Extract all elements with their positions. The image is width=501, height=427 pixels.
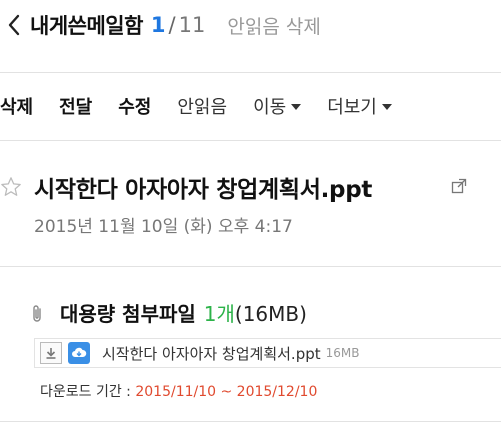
attachment-file-row: 시작한다 아자아자 창업계획서.ppt 16MB bbox=[34, 338, 501, 368]
popout-icon[interactable] bbox=[451, 178, 469, 196]
attachment-file-name[interactable]: 시작한다 아자아자 창업계획서.ppt bbox=[102, 343, 321, 364]
heading-divider bbox=[0, 266, 501, 267]
download-period: 다운로드 기간 : 2015/11/10 ~ 2015/12/10 bbox=[40, 381, 317, 401]
cloud-save-icon[interactable] bbox=[68, 342, 90, 364]
mailbox-title: 내게쓴메일함 bbox=[30, 14, 143, 38]
edit-button[interactable]: 수정 bbox=[118, 93, 151, 119]
header-divider bbox=[0, 72, 501, 73]
attachment-title-label: 대용량 첨부파일 bbox=[60, 302, 196, 326]
page-counter: 1/11 bbox=[151, 13, 205, 37]
toolbar-divider bbox=[0, 140, 501, 141]
delete-unread-button[interactable]: 안읽음 삭제 bbox=[227, 12, 320, 39]
star-outline-icon[interactable] bbox=[0, 176, 22, 198]
mail-header: 내게쓴메일함 1/11 안읽음 삭제 bbox=[0, 0, 501, 50]
mark-unread-button[interactable]: 안읽음 bbox=[177, 93, 227, 119]
download-period-label: 다운로드 기간 : bbox=[40, 384, 136, 400]
mail-subject: 시작한다 아자아자 창업계획서.ppt bbox=[34, 177, 373, 203]
mail-toolbar: 삭제 전달 수정 안읽음 이동 더보기 bbox=[0, 88, 501, 124]
attachment-count: 1개 bbox=[203, 302, 235, 326]
forward-button[interactable]: 전달 bbox=[59, 93, 92, 119]
caret-down-icon bbox=[381, 104, 392, 110]
attachment-total-size: (16MB) bbox=[234, 302, 307, 326]
more-dropdown-label: 더보기 bbox=[327, 97, 377, 118]
mail-date: 2015년 11월 10일 (화) 오후 4:17 bbox=[34, 217, 293, 237]
attachment-title: 대용량 첨부파일 1개(16MB) bbox=[60, 298, 307, 327]
page-current: 1 bbox=[150, 13, 166, 37]
move-dropdown[interactable]: 이동 bbox=[253, 93, 302, 119]
delete-button[interactable]: 삭제 bbox=[0, 93, 33, 119]
page-separator: / bbox=[168, 13, 176, 37]
section-divider bbox=[0, 421, 501, 422]
page-total: 11 bbox=[178, 13, 206, 37]
caret-down-icon bbox=[291, 104, 302, 110]
more-dropdown[interactable]: 더보기 bbox=[327, 93, 392, 119]
chevron-left-icon[interactable] bbox=[2, 13, 26, 37]
paperclip-icon bbox=[30, 304, 44, 324]
download-icon[interactable] bbox=[40, 342, 62, 364]
move-dropdown-label: 이동 bbox=[253, 97, 287, 118]
attachment-file-size: 16MB bbox=[325, 346, 360, 360]
mail-view-page: 내게쓴메일함 1/11 안읽음 삭제 삭제 전달 수정 안읽음 이동 더보기 시… bbox=[0, 0, 501, 427]
download-period-range: 2015/11/10 ~ 2015/12/10 bbox=[135, 384, 318, 400]
